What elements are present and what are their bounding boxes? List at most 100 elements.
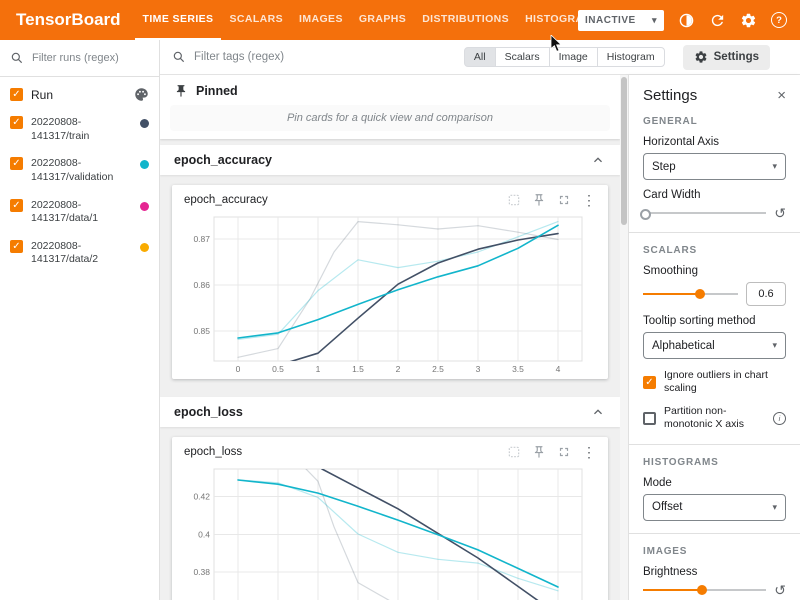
- chevron-down-icon: ▾: [652, 15, 657, 26]
- run-row-data2[interactable]: ✓ 20220808-141317/data/2: [0, 233, 159, 274]
- reload-status-select[interactable]: INACTIVE ▾: [578, 10, 664, 31]
- chart-card-title: epoch_accuracy: [184, 194, 507, 206]
- tab-distributions[interactable]: DISTRIBUTIONS: [414, 0, 517, 40]
- card-width-slider[interactable]: [643, 206, 766, 220]
- more-options-icon[interactable]: ⋮: [582, 193, 596, 207]
- run-label: 20220808-141317/validation: [31, 157, 132, 184]
- fullscreen-icon[interactable]: [557, 445, 571, 459]
- svg-text:0.5: 0.5: [272, 364, 284, 374]
- run-checkbox[interactable]: ✓: [10, 157, 23, 170]
- tooltip-sorting-label: Tooltip sorting method: [643, 315, 786, 327]
- run-row-validation[interactable]: ✓ 20220808-141317/validation: [0, 150, 159, 191]
- tooltip-sorting-value: Alphabetical: [652, 340, 715, 352]
- slider-thumb[interactable]: [697, 585, 707, 595]
- svg-text:0.4: 0.4: [198, 529, 210, 539]
- search-icon: [172, 50, 186, 64]
- chevron-down-icon: ▾: [772, 161, 777, 172]
- ignore-outliers-label: Ignore outliers in chart scaling: [664, 369, 786, 395]
- section-title: epoch_accuracy: [174, 153, 272, 167]
- run-label: 20220808-141317/data/1: [31, 199, 132, 226]
- pinned-empty-message: Pin cards for a quick view and compariso…: [170, 105, 610, 131]
- divider: [629, 232, 800, 233]
- chevron-down-icon: ▾: [772, 340, 777, 351]
- palette-icon[interactable]: [134, 87, 149, 102]
- chart-card-epoch-loss: epoch_loss ⋮ 00.511.522.533.540.360.380.…: [172, 437, 608, 600]
- filter-runs-input[interactable]: [30, 51, 144, 65]
- info-icon[interactable]: i: [773, 412, 786, 425]
- brightness-label: Brightness: [643, 566, 786, 578]
- histograms-heading: HISTOGRAMS: [643, 457, 786, 468]
- more-options-icon[interactable]: ⋮: [582, 445, 596, 459]
- theme-toggle-icon[interactable]: [677, 11, 695, 29]
- scrollbar-thumb[interactable]: [621, 77, 627, 225]
- svg-text:0.87: 0.87: [193, 234, 210, 244]
- horizontal-axis-label: Horizontal Axis: [643, 136, 786, 148]
- run-checkbox[interactable]: ✓: [10, 199, 23, 212]
- fit-to-domain-icon[interactable]: [507, 445, 521, 459]
- section-header-epoch-accuracy[interactable]: epoch_accuracy: [160, 145, 620, 175]
- run-row-train[interactable]: ✓ 20220808-141317/train: [0, 109, 159, 150]
- svg-text:4: 4: [556, 364, 561, 374]
- filter-tags-input[interactable]: [192, 50, 336, 64]
- histogram-mode-label: Mode: [643, 477, 786, 489]
- search-icon: [10, 51, 24, 65]
- smoothing-slider[interactable]: [643, 287, 738, 301]
- filter-tags-field[interactable]: [172, 50, 456, 64]
- smoothing-value-input[interactable]: [746, 282, 786, 306]
- header-actions: INACTIVE ▾ ?: [578, 10, 788, 31]
- fit-to-domain-icon[interactable]: [507, 193, 521, 207]
- chevron-up-icon[interactable]: [590, 404, 606, 420]
- runs-sidebar: ✓ Run ✓ 20220808-141317/train ✓ 20220808…: [0, 40, 160, 600]
- run-row-data1[interactable]: ✓ 20220808-141317/data/1: [0, 192, 159, 233]
- tab-scalars[interactable]: SCALARS: [221, 0, 291, 40]
- chip-image[interactable]: Image: [549, 47, 598, 67]
- partition-x-axis-checkbox[interactable]: [643, 412, 656, 425]
- settings-button[interactable]: Settings: [683, 45, 770, 70]
- chip-histogram[interactable]: Histogram: [597, 47, 665, 67]
- svg-text:3: 3: [476, 364, 481, 374]
- tooltip-sorting-select[interactable]: Alphabetical ▾: [643, 332, 786, 359]
- tab-time-series[interactable]: TIME SERIES: [135, 0, 222, 40]
- tab-graphs[interactable]: GRAPHS: [351, 0, 414, 40]
- chip-scalars[interactable]: Scalars: [495, 47, 550, 67]
- horizontal-axis-select[interactable]: Step ▾: [643, 153, 786, 180]
- run-checkbox[interactable]: ✓: [10, 116, 23, 129]
- pin-card-icon[interactable]: [532, 445, 546, 459]
- chevron-up-icon[interactable]: [590, 152, 606, 168]
- tab-images[interactable]: IMAGES: [291, 0, 351, 40]
- fullscreen-icon[interactable]: [557, 193, 571, 207]
- help-icon[interactable]: ?: [770, 11, 788, 29]
- reset-icon[interactable]: ↺: [774, 206, 786, 220]
- pin-card-icon[interactable]: [532, 193, 546, 207]
- tag-type-filter-group: All Scalars Image Histogram: [464, 47, 665, 67]
- filter-runs-field[interactable]: [0, 40, 159, 77]
- reset-icon[interactable]: ↺: [774, 583, 786, 597]
- svg-text:0.86: 0.86: [193, 280, 210, 290]
- chip-all[interactable]: All: [464, 47, 496, 67]
- images-heading: IMAGES: [643, 546, 786, 557]
- epoch-accuracy-chart[interactable]: 00.511.522.533.540.850.860.87: [180, 209, 592, 377]
- run-checkbox[interactable]: ✓: [10, 240, 23, 253]
- histogram-mode-select[interactable]: Offset ▾: [643, 494, 786, 521]
- slider-thumb[interactable]: [640, 209, 651, 220]
- brightness-slider[interactable]: [643, 583, 766, 597]
- svg-text:0.38: 0.38: [193, 567, 210, 577]
- section-header-epoch-loss[interactable]: epoch_loss: [160, 397, 620, 427]
- divider: [629, 444, 800, 445]
- refresh-icon[interactable]: [708, 11, 726, 29]
- close-icon[interactable]: ×: [777, 87, 786, 104]
- settings-gear-icon[interactable]: [739, 11, 757, 29]
- app-header: TensorBoard TIME SERIES SCALARS IMAGES G…: [0, 0, 800, 40]
- ignore-outliers-checkbox[interactable]: ✓: [643, 376, 656, 389]
- epoch-loss-chart[interactable]: 00.511.522.533.540.360.380.40.42: [180, 461, 592, 600]
- svg-text:3.5: 3.5: [512, 364, 524, 374]
- partition-x-axis-label: Partition non-monotonic X axis: [664, 405, 765, 431]
- settings-panel: Settings × GENERAL Horizontal Axis Step …: [628, 75, 800, 600]
- slider-thumb[interactable]: [695, 289, 705, 299]
- scalars-heading: SCALARS: [643, 245, 786, 256]
- tensorboard-app: TensorBoard TIME SERIES SCALARS IMAGES G…: [0, 0, 800, 600]
- pinned-header: Pinned: [160, 75, 620, 103]
- run-color-dot: [140, 243, 149, 252]
- select-all-runs-checkbox[interactable]: ✓: [10, 88, 23, 101]
- pin-icon: [174, 84, 188, 98]
